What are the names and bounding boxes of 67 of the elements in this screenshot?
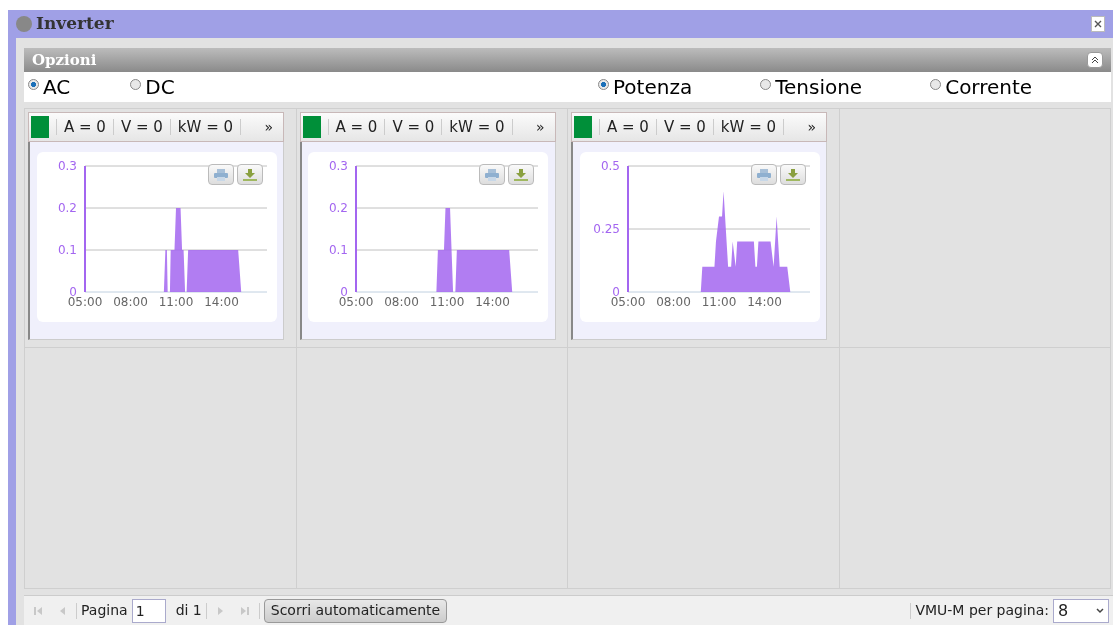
readout-text: V = 0	[392, 116, 435, 138]
y-tick-label: 0.2	[328, 201, 348, 215]
y-tick-label: 0.5	[600, 159, 620, 173]
readout-text: A = 0	[607, 116, 649, 138]
x-tick-label: 08:00	[112, 295, 148, 309]
y-tick-label: 0.1	[57, 243, 77, 257]
readout-text: kW = 0	[449, 116, 505, 138]
expand-button[interactable]: »	[535, 116, 545, 138]
page-label: Pagina	[81, 601, 128, 620]
collapse-button[interactable]	[1087, 52, 1103, 68]
readout-text: kW = 0	[177, 116, 233, 138]
x-tick-label: 11:00	[158, 295, 193, 309]
printer-icon	[213, 168, 228, 181]
radio-option[interactable]: DC	[130, 76, 175, 97]
radio-button[interactable]	[930, 78, 942, 90]
readout-text: V = 0	[663, 116, 706, 138]
page-total: di 1	[175, 601, 202, 620]
y-tick-label: 0.3	[57, 159, 77, 173]
print-button[interactable]	[479, 164, 505, 185]
readout-text: A = 0	[335, 116, 378, 138]
radio-button[interactable]	[760, 78, 772, 90]
print-button[interactable]	[207, 164, 234, 185]
close-button[interactable]	[1091, 16, 1105, 32]
download-button[interactable]	[508, 164, 534, 185]
dropdown-caret-icon	[1095, 606, 1105, 615]
x-tick-label: 14:00	[746, 295, 782, 309]
x-tick-label: 08:00	[655, 295, 691, 309]
radio-button[interactable]	[130, 78, 142, 90]
y-tick-label: 0.1	[328, 243, 348, 257]
x-tick-label: 08:00	[384, 295, 419, 309]
per-page-label: VMU-M per pagina:	[915, 601, 1049, 620]
printer-icon	[756, 168, 771, 181]
expand-button[interactable]: »	[807, 116, 816, 138]
x-tick-label: 14:00	[203, 295, 239, 309]
last-page-icon	[239, 605, 250, 616]
readout-text: kW = 0	[720, 116, 776, 138]
x-tick-label: 11:00	[429, 295, 465, 309]
radio-option[interactable]: Potenza	[598, 76, 693, 97]
options-title: Opzioni	[32, 49, 97, 71]
radio-button[interactable]	[598, 78, 609, 90]
readout-text: V = 0	[120, 116, 163, 138]
y-tick-label: 0.3	[328, 159, 348, 173]
readout-text: A = 0	[64, 116, 106, 138]
download-button[interactable]	[779, 164, 806, 185]
page-input[interactable]: 1	[131, 598, 166, 623]
download-icon	[514, 168, 528, 181]
download-button[interactable]	[236, 164, 263, 185]
radio-option[interactable]: AC	[28, 76, 71, 97]
first-page-icon	[33, 605, 43, 616]
y-tick-label: 0.2	[57, 201, 77, 215]
close-icon	[1094, 20, 1102, 28]
autoscroll-button[interactable]: Scorri automaticamente	[263, 598, 448, 623]
double-chevron-up-icon	[1091, 56, 1099, 64]
x-tick-label: 11:00	[701, 295, 736, 309]
per-page-select[interactable]: 8	[1053, 598, 1109, 623]
radio-button[interactable]	[28, 78, 39, 90]
download-icon	[785, 168, 800, 181]
y-tick-label: 0.25	[592, 222, 620, 236]
x-tick-label: 14:00	[475, 295, 510, 309]
app-logo-icon	[16, 16, 32, 32]
download-icon	[242, 168, 257, 181]
window-title: Inverter	[36, 12, 114, 36]
expand-button[interactable]: »	[264, 116, 273, 138]
radio-option[interactable]: Tensione	[760, 76, 863, 97]
radio-option[interactable]: Corrente	[930, 76, 1033, 97]
print-button[interactable]	[750, 164, 777, 185]
printer-icon	[485, 168, 499, 181]
